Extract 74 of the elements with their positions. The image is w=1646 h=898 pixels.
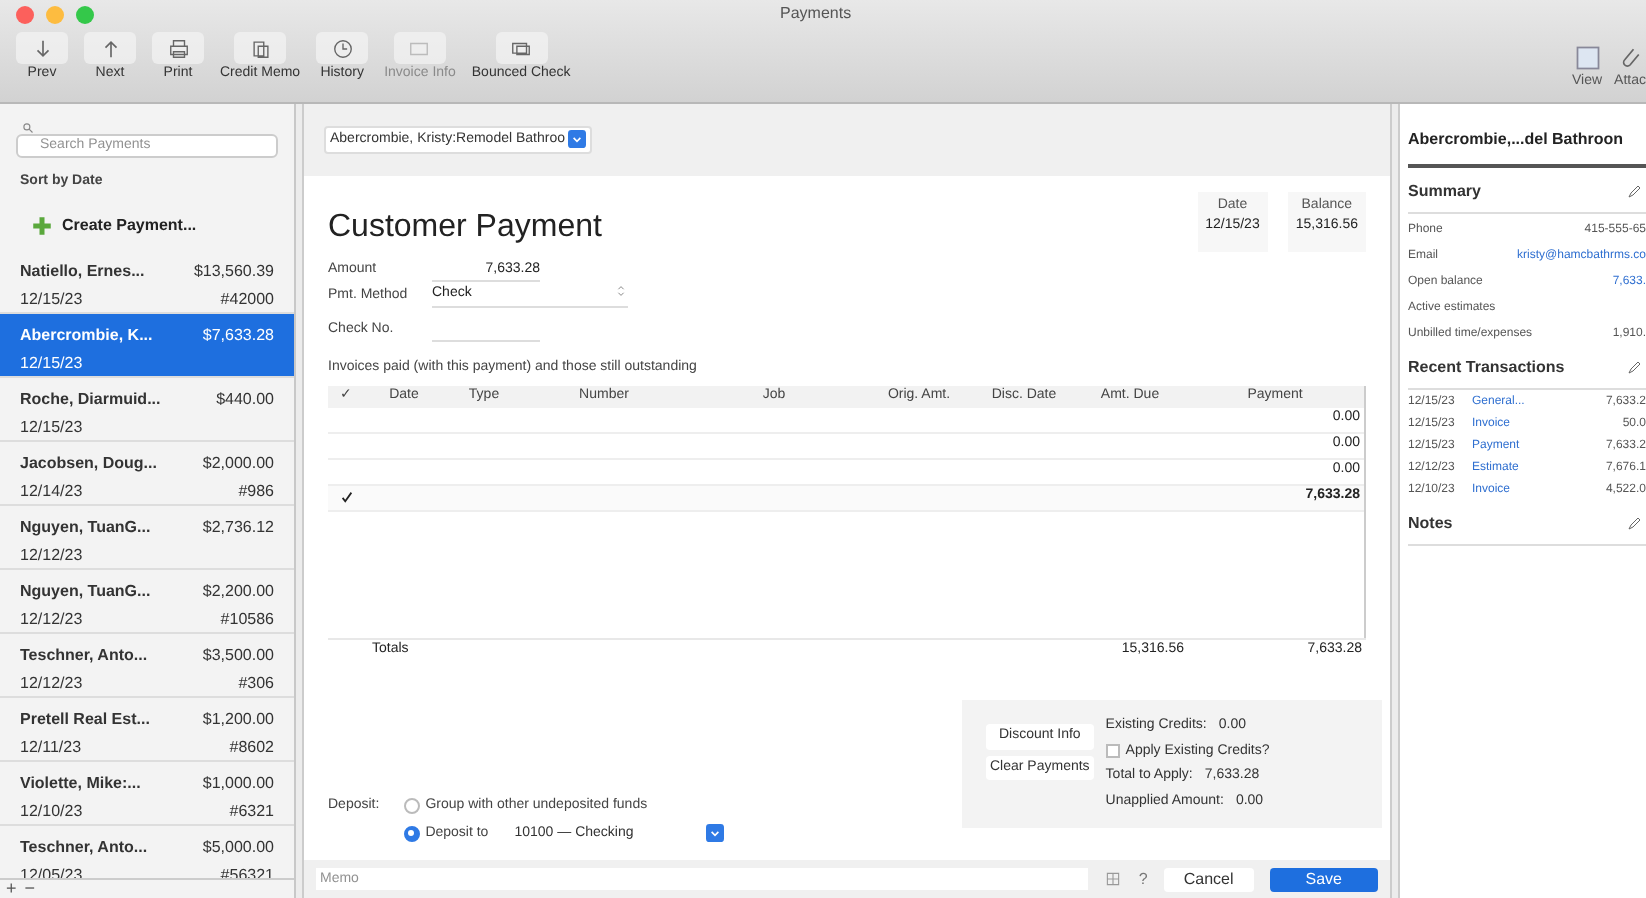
payment-amount: $3,500.00 (202, 643, 274, 667)
save-button[interactable]: Save (1269, 867, 1378, 892)
down-arrow-icon (31, 37, 53, 59)
section-title: Notes (1408, 512, 1453, 536)
payment-list-item[interactable]: Abercrombie, K... $7,633.28 12/15/23 (0, 313, 294, 377)
panel-title: Abercrombie,...del Bathroon (1408, 128, 1646, 168)
form-title: Customer Payment (328, 207, 602, 248)
customer-name: Violette, Mike:... (20, 771, 141, 795)
section-title: Summary (1408, 180, 1481, 204)
payment-date: 12/15/23 (20, 287, 83, 311)
checks-icon (510, 37, 533, 59)
reference-number: #42000 (220, 287, 274, 311)
customer-name: Pretell Real Est... (20, 707, 150, 731)
payment-list-item[interactable]: Jacobsen, Doug... $2,000.00 12/14/23 #986 (0, 441, 294, 505)
customer-name: Nguyen, TuanG... (20, 579, 151, 603)
customer-name: Nguyen, TuanG... (20, 515, 151, 539)
customer-name: Abercrombie, K... (20, 323, 153, 347)
checkbox[interactable] (1105, 744, 1120, 759)
payment-date: 12/12/23 (20, 671, 83, 695)
reference-number: #10586 (220, 607, 274, 631)
pencil-icon (1626, 360, 1642, 376)
payment-date: 12/12/23 (20, 543, 83, 567)
payment-amount: $2,736.12 (202, 515, 274, 539)
create-payment-button[interactable]: Create Payment... (32, 213, 262, 237)
grid-icon (1104, 870, 1123, 889)
payment-amount: $1,000.00 (202, 771, 274, 795)
payment-amount: $2,000.00 (202, 451, 274, 475)
customer-name: Jacobsen, Doug... (20, 451, 157, 475)
printer-icon (167, 37, 189, 59)
section-title: Recent Transactions (1408, 356, 1565, 380)
customer-name: Teschner, Anto... (20, 643, 148, 667)
payment-list-item[interactable]: Roche, Diarmuid... $440.00 12/15/23 (0, 377, 294, 441)
payment-date: 12/14/23 (20, 479, 83, 503)
payment-amount: $440.00 (216, 387, 274, 411)
pencil-icon (1626, 516, 1642, 532)
cancel-button[interactable]: Cancel (1163, 867, 1254, 892)
payment-date: 12/11/23 (20, 735, 82, 759)
stepper-arrows-icon (614, 284, 628, 299)
payment-date: 12/15/23 (20, 415, 83, 439)
payment-list-item[interactable]: Pretell Real Est... $1,200.00 12/11/23 #8602 (0, 697, 294, 761)
payment-list-item[interactable]: Nguyen, TuanG... $2,736.12 12/12/23 (0, 505, 294, 569)
payment-amount: $5,000.00 (202, 835, 274, 859)
reference-number: #6321 (229, 799, 274, 823)
customer-name: Natiello, Ernes... (20, 259, 145, 283)
customer-name: Roche, Diarmuid... (20, 387, 161, 411)
pencil-icon (1626, 184, 1642, 200)
add-button[interactable]: + (6, 880, 17, 898)
reference-number: #986 (238, 479, 274, 503)
card-icon (408, 37, 431, 59)
documents-icon (249, 37, 272, 59)
payment-amount: $13,560.39 (193, 259, 274, 283)
payment-date: 12/15/23 (20, 351, 83, 375)
checkmark-icon (339, 490, 353, 505)
payment-list-item[interactable]: Teschner, Anto... $3,500.00 12/12/23 #306 (0, 633, 294, 697)
reference-number: #306 (238, 671, 274, 695)
up-arrow-icon (99, 37, 121, 59)
clock-icon (331, 37, 354, 59)
help-button[interactable]: ? (1138, 867, 1148, 892)
customer-name: Teschner, Anto... (20, 835, 148, 859)
plus-icon (32, 215, 52, 235)
remove-button[interactable]: − (24, 880, 36, 898)
payment-list-item[interactable]: Nguyen, TuanG... $2,200.00 12/12/23 #10586 (0, 569, 294, 633)
panel-icon (1573, 44, 1602, 72)
payment-date: 12/12/23 (20, 607, 83, 631)
payment-amount: $1,200.00 (202, 707, 274, 731)
payment-amount: $7,633.28 (202, 323, 274, 347)
radio-button[interactable] (403, 825, 420, 842)
payment-amount: $2,200.00 (202, 579, 274, 603)
payment-list-item[interactable]: Violette, Mike:... $1,000.00 12/10/23 #6321 (0, 761, 294, 825)
window-title: Payments (780, 2, 852, 26)
reference-number: #8602 (229, 735, 274, 759)
payment-date: 12/10/23 (20, 799, 83, 823)
radio-button[interactable] (403, 798, 420, 815)
search-icon (22, 122, 34, 134)
